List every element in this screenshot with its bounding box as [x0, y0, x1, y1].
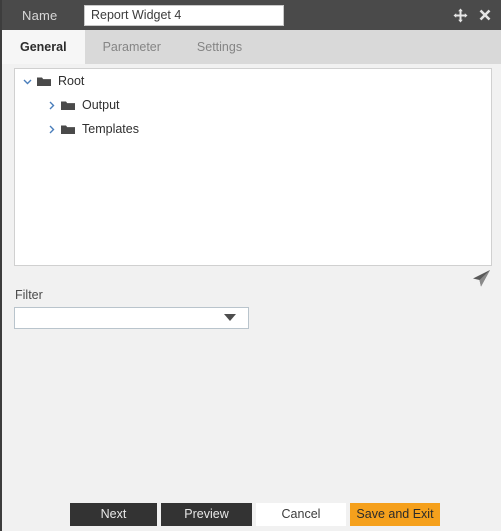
tab-settings[interactable]: Settings	[179, 30, 260, 64]
tab-settings-label: Settings	[196, 40, 243, 54]
tab-parameter-label: Parameter	[102, 40, 161, 54]
tree-node-label: Root	[58, 73, 85, 88]
tab-general[interactable]: General	[2, 30, 85, 64]
name-input[interactable]	[84, 4, 284, 26]
tree-node-templates[interactable]: Templates	[15, 117, 491, 141]
titlebar-icon-group	[452, 0, 493, 30]
paper-plane-icon[interactable]	[472, 269, 492, 289]
tree-node-label: Templates	[82, 121, 139, 136]
dialog-titlebar: Name	[2, 0, 501, 30]
tab-parameter[interactable]: Parameter	[85, 30, 179, 64]
filter-label: Filter	[15, 288, 43, 302]
folder-icon	[37, 75, 51, 87]
report-widget-dialog: Name Report Widget 4 General Parameter S…	[0, 0, 501, 531]
cancel-button[interactable]: Cancel	[256, 503, 346, 526]
move-arrows-icon[interactable]	[452, 7, 468, 23]
folder-tree-panel[interactable]: Root Output Templates	[14, 68, 492, 266]
dialog-footer: Next Preview Cancel Save and Exit	[2, 498, 501, 531]
close-icon[interactable]	[477, 7, 493, 23]
tree-node-root[interactable]: Root	[15, 69, 491, 93]
next-button[interactable]: Next	[70, 503, 157, 526]
preview-button[interactable]: Preview	[161, 503, 252, 526]
chevron-right-icon[interactable]	[45, 99, 58, 112]
tab-general-label: General	[20, 40, 67, 54]
chevron-down-icon[interactable]	[21, 75, 34, 88]
tree-node-label: Output	[82, 97, 120, 112]
tab-bar: General Parameter Settings	[2, 30, 501, 64]
name-label: Name	[22, 7, 58, 23]
tree-node-output[interactable]: Output	[15, 93, 491, 117]
filter-select[interactable]	[14, 307, 249, 329]
chevron-right-icon[interactable]	[45, 123, 58, 136]
chevron-down-icon[interactable]	[224, 314, 236, 321]
save-and-exit-button[interactable]: Save and Exit	[350, 503, 440, 526]
folder-icon	[61, 99, 75, 111]
folder-icon	[61, 123, 75, 135]
